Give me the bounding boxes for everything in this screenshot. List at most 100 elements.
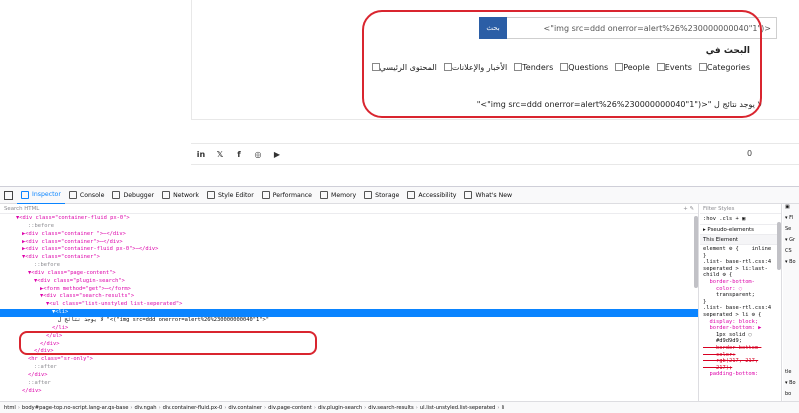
selected-node-row[interactable]: ▼<li> — [0, 309, 698, 317]
twitter-icon[interactable]: 𝕏 — [214, 148, 226, 160]
category-option[interactable]: People — [612, 63, 650, 72]
category-checkbox[interactable] — [615, 63, 624, 71]
youtube-icon[interactable]: ▶ — [271, 148, 283, 160]
markup-row[interactable]: ▼<div class="search-results"> — [0, 293, 698, 301]
category-option[interactable]: Categories — [696, 63, 750, 72]
search-button[interactable]: بحث — [479, 17, 507, 39]
side-panel-item[interactable]: Se — [783, 226, 799, 237]
category-checkbox[interactable] — [560, 63, 569, 71]
tab-what-s-new[interactable]: What's New — [460, 187, 516, 204]
breadcrumb-item[interactable]: body#page-top.no-script.lang-ar.qs-base — [22, 405, 128, 411]
rules-scrollbar[interactable] — [777, 222, 781, 270]
rule-line: 1px solid ◌ — [703, 331, 752, 338]
tab-debugger[interactable]: Debugger — [108, 187, 158, 204]
markup-row[interactable]: ::before — [0, 223, 698, 231]
breadcrumb-item[interactable]: div.search-results — [368, 405, 414, 411]
tab-label: Style Editor — [217, 191, 254, 199]
category-option[interactable]: الأخبار والإعلانات — [441, 63, 507, 72]
tab-icon — [206, 191, 215, 199]
rule-line: } — [703, 252, 707, 259]
breadcrumb-item[interactable]: div.container — [228, 405, 262, 411]
breadcrumb-item[interactable]: li — [501, 405, 504, 411]
category-checkbox[interactable] — [698, 63, 707, 71]
markup-row[interactable]: </div> — [0, 341, 698, 349]
markup-row[interactable]: ▶<div class="container-fluid px-0">⋯</di… — [0, 246, 698, 254]
markup-row[interactable]: ▶<div class="container">⋯</div> — [0, 239, 698, 247]
side-panel-item[interactable]: bo — [783, 391, 799, 401]
category-option[interactable]: المحتوى الرئيسي — [369, 63, 437, 72]
markup-row[interactable]: </div> — [0, 372, 698, 380]
side-panel-item[interactable] — [783, 281, 799, 292]
side-panel-item[interactable]: ▾ Bo — [783, 380, 799, 391]
markup-scrollbar[interactable] — [694, 216, 698, 288]
markup-row[interactable]: ▼<ul class="list-unstyled list-seperated… — [0, 301, 698, 309]
markup-row[interactable]: </li> — [0, 325, 698, 333]
markup-row[interactable]: </div> — [0, 388, 698, 396]
search-html-bar[interactable]: Search HTML + ✎ — [0, 204, 698, 214]
pseudo-elements-toggle[interactable]: ▸ Pseudo-elements — [700, 225, 781, 235]
breadcrumb-item[interactable]: html — [4, 405, 16, 411]
tab-accessibility[interactable]: Accessibility — [403, 187, 460, 204]
side-panel-item[interactable] — [783, 314, 799, 325]
markup-row[interactable]: ▼<div class="container"> — [0, 254, 698, 262]
markup-row[interactable]: ▶<div class="container ">⋯</div> — [0, 231, 698, 239]
instagram-icon[interactable]: ◎ — [252, 148, 264, 160]
tab-storage[interactable]: Storage — [360, 187, 403, 204]
breadcrumb-item[interactable]: div.page-content — [268, 405, 312, 411]
side-panel-item[interactable] — [783, 358, 799, 369]
pseudo-elements-label: Pseudo-elements — [707, 227, 754, 233]
tab-memory[interactable]: Memory — [316, 187, 360, 204]
markup-text: ::before — [28, 222, 54, 229]
facebook-icon[interactable]: f — [233, 148, 245, 160]
category-option[interactable]: Events — [654, 63, 692, 72]
markup-row[interactable]: <hr class="sr-only"> — [0, 356, 698, 364]
search-input[interactable] — [507, 17, 777, 39]
breadcrumb-item[interactable]: div.container-fluid.px-0 — [163, 405, 223, 411]
side-panel-item[interactable]: CS — [783, 248, 799, 259]
tab-console[interactable]: Console — [65, 187, 109, 204]
category-checkbox[interactable] — [371, 63, 380, 71]
tab-style-editor[interactable]: Style Editor — [203, 187, 258, 204]
side-panel-item[interactable] — [783, 347, 799, 358]
category-option[interactable]: Questions — [557, 63, 608, 72]
category-label: الأخبار والإعلانات — [451, 62, 508, 72]
tab-inspector[interactable]: Inspector — [17, 187, 65, 204]
breadcrumb-item[interactable]: ul.list-unstyled.list-seperated — [420, 405, 496, 411]
side-panel-item[interactable] — [783, 336, 799, 347]
breadcrumb-item[interactable]: div.plugin-search — [318, 405, 362, 411]
tab-network[interactable]: Network — [158, 187, 203, 204]
tab-performance[interactable]: Performance — [258, 187, 316, 204]
tab-icon — [261, 191, 270, 199]
markup-row[interactable]: ▼<div class="page-content"> — [0, 270, 698, 278]
side-panel-item[interactable] — [783, 270, 799, 281]
linkedin-icon[interactable]: in — [195, 148, 207, 160]
category-option[interactable]: Tenders — [511, 63, 553, 72]
element-picker-icon[interactable] — [4, 190, 13, 200]
rules-toolbar[interactable]: :hov .cls + ▣ — [700, 214, 781, 225]
markup-row[interactable]: ▶<form method="get">⋯</form> — [0, 286, 698, 294]
side-panel-item[interactable]: ▾ Gr — [783, 237, 799, 248]
category-checkbox[interactable] — [443, 63, 452, 71]
category-checkbox[interactable] — [656, 63, 665, 71]
markup-row[interactable]: ::after — [0, 364, 698, 372]
side-panel-item[interactable]: tle — [783, 369, 799, 380]
markup-row[interactable]: ::before — [0, 262, 698, 270]
markup-row[interactable]: لا يوجد نتائج ل "<("img src=ddd onerror=… — [0, 317, 698, 325]
side-panel-item[interactable] — [783, 325, 799, 336]
markup-row[interactable]: ▼<div class="container-fluid px-0"> — [0, 215, 698, 223]
markup-text: </div> — [28, 371, 48, 378]
side-panel-item[interactable] — [783, 303, 799, 314]
side-panel-item[interactable] — [783, 292, 799, 303]
markup-row[interactable]: ::after — [0, 380, 698, 388]
side-panel-item[interactable]: ▾ Fl — [783, 215, 799, 226]
breadcrumb-item[interactable]: div.ngah — [134, 405, 156, 411]
side-panel-item[interactable]: ▣ — [783, 204, 799, 215]
markup-row[interactable]: </div> — [0, 348, 698, 356]
add-node-icon[interactable]: + ✎ — [683, 206, 694, 212]
filter-styles-input[interactable]: Filter Styles — [700, 204, 781, 214]
side-panel-item[interactable]: ▾ Bo — [783, 259, 799, 270]
tab-label: Console — [79, 191, 105, 199]
markup-row[interactable]: </ul> — [0, 333, 698, 341]
markup-row[interactable]: ▼<div class="plugin-search"> — [0, 278, 698, 286]
breadcrumb: html › body#page-top.no-script.lang-ar.qs-… — [0, 401, 799, 413]
